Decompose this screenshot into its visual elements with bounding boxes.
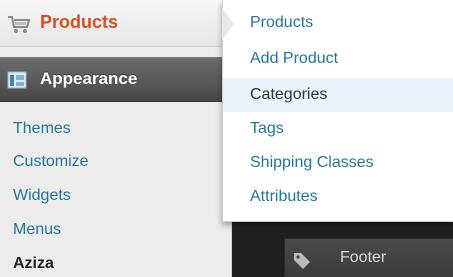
- products-flyout-menu: Products Add Product Categories Tags Shi…: [222, 0, 453, 222]
- menu-item-appearance-label: Appearance: [40, 69, 138, 88]
- submenu-item-customize[interactable]: Customize: [13, 153, 89, 171]
- submenu-item-themes[interactable]: Themes: [13, 120, 71, 138]
- menu-item-products[interactable]: Products: [0, 0, 232, 47]
- flyout-item-tags[interactable]: Tags: [223, 112, 453, 146]
- widget-footer-label: Footer: [340, 249, 387, 266]
- submenu-item-widgets[interactable]: Widgets: [13, 187, 71, 205]
- widget-footer[interactable]: Footer: [284, 238, 453, 277]
- flyout-item-label: Add Product: [250, 50, 339, 67]
- appearance-icon: [7, 71, 27, 89]
- admin-sidebar: Products Appearance Themes Customize Wid…: [0, 0, 232, 277]
- flyout-item-categories[interactable]: Categories: [223, 78, 453, 112]
- tag-icon: [294, 253, 310, 269]
- submenu-item-aziza[interactable]: Aziza: [13, 255, 54, 273]
- flyout-item-label: Attributes: [250, 188, 318, 205]
- submenu-item-menus[interactable]: Menus: [13, 221, 61, 239]
- flyout-item-label: Tags: [250, 120, 284, 137]
- cart-icon: [8, 16, 31, 33]
- flyout-item-label: Products: [250, 14, 314, 31]
- flyout-item-add-product[interactable]: Add Product: [223, 42, 453, 76]
- menu-item-products-label: Products: [40, 12, 119, 32]
- flyout-item-products[interactable]: Products: [223, 6, 453, 40]
- flyout-item-label: Shipping Classes: [250, 154, 374, 171]
- flyout-item-attributes[interactable]: Attributes: [223, 180, 453, 214]
- menu-item-appearance[interactable]: Appearance: [0, 57, 232, 102]
- flyout-pointer-arrow: [222, 8, 234, 40]
- flyout-item-label: Categories: [250, 86, 328, 103]
- flyout-item-shipping-classes[interactable]: Shipping Classes: [223, 146, 453, 180]
